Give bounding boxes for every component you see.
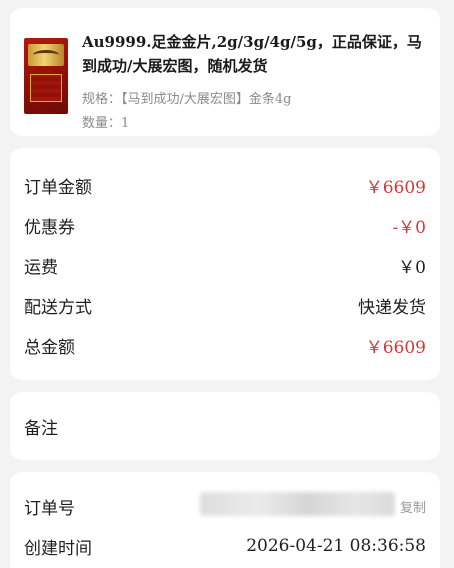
packaging-plate <box>30 74 62 102</box>
order-info-card: 订单号 复制 创建时间 2026-04-21 08:36:58 <box>10 472 440 568</box>
product-title[interactable]: Au9999.足金金片,2g/3g/4g/5g，正品保证，马到成功/大展宏图，随… <box>82 30 430 78</box>
shipping-value: ￥0 <box>398 257 426 278</box>
order-number-label: 订单号 <box>24 498 75 519</box>
total-label: 总金额 <box>24 337 75 358</box>
product-quantity: 数量：1 <box>82 112 129 131</box>
order-number-redacted <box>200 492 395 516</box>
price-summary-card: 订单金额 ￥6609 优惠券 -￥0 运费 ￥0 配送方式 快递发货 总金额 ￥… <box>10 148 440 380</box>
qty-label: 数量： <box>82 116 122 131</box>
created-time-row: 创建时间 2026-04-21 08:36:58 <box>24 534 426 559</box>
copy-button[interactable]: 复制 <box>400 497 426 516</box>
product-spec: 规格：【马到成功/大展宏图】金条4g <box>82 88 292 107</box>
created-time-value: 2026-04-21 08:36:58 <box>246 536 426 556</box>
coupon-label: 优惠券 <box>24 217 75 238</box>
total-value: ￥6609 <box>365 337 426 358</box>
spec-value: 【马到成功/大展宏图】金条4g <box>121 92 292 107</box>
delivery-row: 配送方式 快递发货 <box>24 293 426 318</box>
qty-value: 1 <box>121 116 130 131</box>
remark-card[interactable]: 备注 <box>10 392 440 460</box>
order-amount-row: 订单金额 ￥6609 <box>24 173 426 198</box>
spec-label: 规格： <box>82 92 122 107</box>
coupon-value: -￥0 <box>392 217 426 238</box>
order-amount-label: 订单金额 <box>24 177 92 198</box>
remark-label: 备注 <box>24 419 58 439</box>
total-row: 总金额 ￥6609 <box>24 333 426 358</box>
horse-icon <box>33 50 59 60</box>
coupon-row[interactable]: 优惠券 -￥0 <box>24 213 426 238</box>
delivery-label: 配送方式 <box>24 297 92 318</box>
product-card[interactable]: Au9999.足金金片,2g/3g/4g/5g，正品保证，马到成功/大展宏图，随… <box>10 8 440 136</box>
shipping-row: 运费 ￥0 <box>24 253 426 278</box>
created-time-label: 创建时间 <box>24 538 92 559</box>
order-amount-value: ￥6609 <box>365 177 426 198</box>
shipping-label: 运费 <box>24 257 58 278</box>
product-thumbnail[interactable] <box>24 38 68 114</box>
delivery-value: 快递发货 <box>358 297 426 318</box>
